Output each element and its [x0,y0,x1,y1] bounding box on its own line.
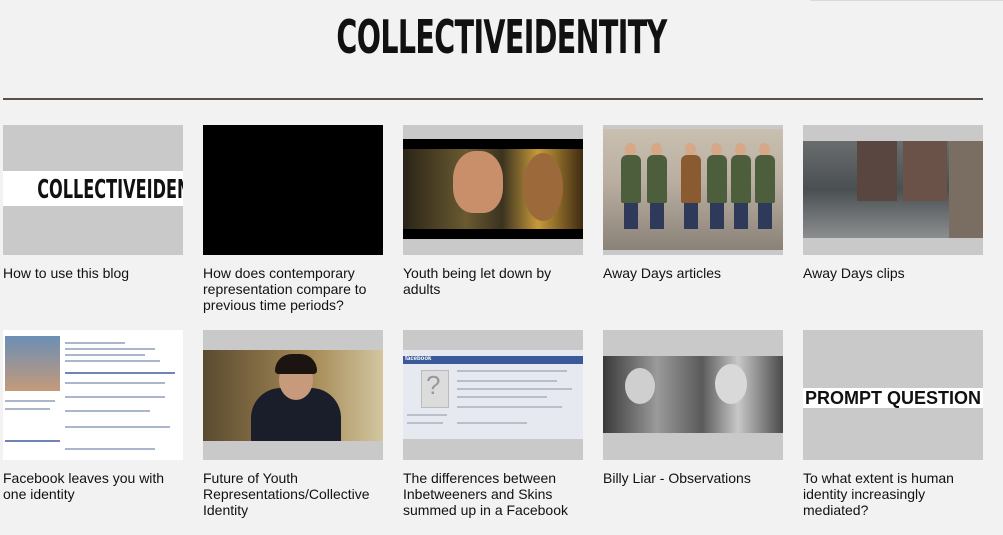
hair-shape [275,354,317,374]
face-shape [523,153,563,221]
face-shape [453,151,503,213]
thumbnail-logo-text: COLLECTIVEIDENTITY [37,175,183,205]
text-line [65,348,155,350]
text-line [65,342,125,344]
text-line [457,396,547,398]
text-line [457,406,562,408]
text-line [65,426,170,428]
building-shape [903,141,947,201]
person-shape [624,203,638,229]
letterbox-bar [403,139,583,149]
text-line [457,422,527,424]
text-line [65,354,145,356]
post-card[interactable]: COLLECTIVEIDENTITY How to use this blog [3,125,183,330]
text-line [407,414,447,416]
person-shape [758,203,772,229]
person-shape [755,155,775,203]
post-thumbnail[interactable] [403,125,583,255]
wall-shape [949,141,983,238]
post-title-link[interactable]: Away Days articles [603,265,781,281]
post-title-link[interactable]: Billy Liar - Observations [603,470,781,486]
person-shape [707,155,727,203]
text-line [65,382,165,384]
prompt-question-text: PROMPT QUESTION [804,388,981,408]
post-title-link[interactable]: Facebook leaves you with one identity [3,470,181,502]
post-thumbnail[interactable] [203,125,383,255]
letterbox-bar [403,229,583,239]
text-line [457,380,557,382]
top-divider [810,0,1003,1]
post-title-link[interactable]: To what extent is human identity increas… [803,470,981,518]
text-line [65,360,160,362]
post-card[interactable]: Away Days clips [803,125,983,330]
post-card[interactable]: Facebook leaves you with one identity [3,330,183,535]
post-card[interactable]: Future of Youth Representations/Collecti… [203,330,383,535]
post-title-link[interactable]: Youth being let down by adults [403,265,581,297]
post-thumbnail[interactable] [803,125,983,255]
post-title-link[interactable]: Away Days clips [803,265,981,281]
person-shape [647,155,667,203]
person-shape [650,203,664,229]
post-card[interactable]: How does contemporary representation com… [203,125,383,330]
post-title-link[interactable]: Future of Youth Representations/Collecti… [203,470,381,518]
text-line [65,448,155,450]
text-line [65,372,175,374]
person-shape [684,203,698,229]
post-title-link[interactable]: The differences between Inbetweeners and… [403,470,581,518]
post-card[interactable]: Youth being let down by adults [403,125,583,330]
facebook-wordmark: facebook [405,356,432,362]
text-line [457,388,572,390]
text-line [5,408,50,410]
text-line [5,400,55,402]
post-thumbnail[interactable] [603,330,783,460]
person-shape [710,203,724,229]
post-thumbnail[interactable]: facebook ? [403,330,583,460]
face-shape [715,364,747,404]
post-title-link[interactable]: How to use this blog [3,265,181,281]
face-shape [625,368,655,404]
post-card[interactable]: Billy Liar - Observations [603,330,783,535]
profile-photo [5,336,60,391]
post-card[interactable]: Away Days articles [603,125,783,330]
post-card[interactable]: PROMPT QUESTION To what extent is human … [803,330,983,535]
building-shape [857,141,897,201]
post-thumbnail[interactable] [3,330,183,460]
post-thumbnail[interactable]: COLLECTIVEIDENTITY [3,125,183,255]
person-shape [734,203,748,229]
text-line [5,440,60,442]
person-shape [731,155,751,203]
text-line [457,370,567,372]
text-line [65,410,150,412]
person-shape [621,155,641,203]
post-card[interactable]: facebook ? The differences between Inbet… [403,330,583,535]
question-mark-icon: ? [426,370,441,400]
post-thumbnail[interactable]: PROMPT QUESTION [803,330,983,460]
header-rule [3,98,983,100]
text-line [65,396,165,398]
site-title[interactable]: COLLECTIVEIDENTITY [191,10,813,64]
post-thumbnail[interactable] [603,125,783,255]
post-title-link[interactable]: How does contemporary representation com… [203,265,381,313]
post-grid: COLLECTIVEIDENTITY How to use this blog … [3,125,983,535]
person-shape [681,155,701,203]
text-line [407,422,443,424]
post-thumbnail[interactable] [203,330,383,460]
